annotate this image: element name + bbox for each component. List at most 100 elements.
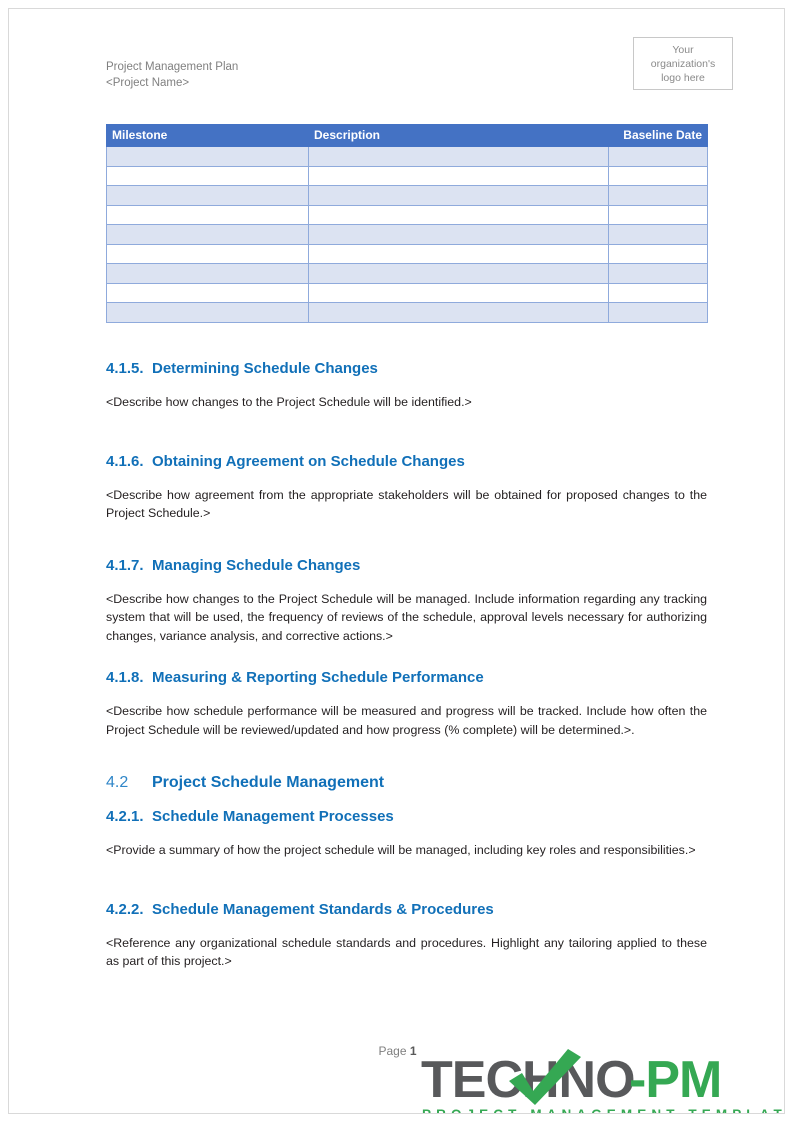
- section-heading-4-1-7: 4.1.7. Managing Schedule Changes: [106, 556, 707, 576]
- cell-description[interactable]: [308, 282, 609, 303]
- cell-description[interactable]: [308, 224, 609, 245]
- logo-wordmark-dark: TECHNO: [421, 1051, 635, 1109]
- logo-placeholder-text: Your organization's logo here: [650, 43, 716, 84]
- section-heading-4-1-8: 4.1.8. Measuring & Reporting Schedule Per…: [106, 668, 707, 688]
- table-row[interactable]: [106, 282, 708, 303]
- section-heading-4-2-1: 4.2.1. Schedule Management Processes: [106, 807, 707, 827]
- table-row[interactable]: [106, 146, 708, 167]
- cell-milestone[interactable]: [106, 185, 309, 206]
- milestone-table: Milestone Description Baseline Date: [106, 124, 708, 323]
- table-row[interactable]: [106, 165, 708, 186]
- section-title: Obtaining Agreement on Schedule Changes: [152, 452, 465, 470]
- cell-milestone[interactable]: [106, 243, 309, 264]
- section-4-1-6: 4.1.6. Obtaining Agreement on Schedule Ch…: [106, 452, 707, 523]
- section-heading-4-2-2: 4.2.2. Schedule Management Standards & Pr…: [106, 900, 707, 920]
- table-row[interactable]: [106, 263, 708, 284]
- section-heading-4-1-6: 4.1.6. Obtaining Agreement on Schedule Ch…: [106, 452, 707, 472]
- section-body-4-1-8: <Describe how schedule performance will …: [106, 704, 707, 737]
- cell-milestone[interactable]: [106, 224, 309, 245]
- cell-description[interactable]: [308, 185, 609, 206]
- section-body-4-1-7: <Describe how changes to the Project Sch…: [106, 591, 707, 643]
- section-4-1-5: 4.1.5. Determining Schedule Changes <Desc…: [106, 359, 707, 412]
- section-body-4-1-5: <Describe how changes to the Project Sch…: [106, 395, 472, 409]
- cell-description[interactable]: [308, 165, 609, 186]
- section-title: Measuring & Reporting Schedule Performan…: [152, 669, 484, 686]
- cell-description[interactable]: [308, 263, 609, 284]
- header-title: Project Management Plan <Project Name>: [106, 61, 239, 89]
- milestone-table-header: Milestone Description Baseline Date: [106, 124, 708, 147]
- table-row[interactable]: [106, 302, 708, 323]
- cell-description[interactable]: [308, 302, 609, 323]
- section-number: 4.1.8.: [106, 669, 144, 686]
- section-number: 4.2.1.: [106, 808, 144, 825]
- section-title: Managing Schedule Changes: [152, 556, 361, 574]
- section-4-2: 4.2 Project Schedule Management: [106, 772, 707, 793]
- organization-logo-placeholder: Your organization's logo here: [633, 37, 733, 90]
- cell-milestone[interactable]: [106, 282, 309, 303]
- cell-baseline-date[interactable]: [608, 165, 708, 186]
- section-number: 4.2: [106, 774, 129, 791]
- cell-baseline-date[interactable]: [608, 204, 708, 225]
- section-title: Schedule Management Standards & Procedur…: [152, 900, 494, 918]
- cell-baseline-date[interactable]: [608, 146, 708, 167]
- cell-description[interactable]: [308, 243, 609, 264]
- section-heading-4-1-5: 4.1.5. Determining Schedule Changes: [106, 359, 707, 379]
- cell-baseline-date[interactable]: [608, 282, 708, 303]
- section-4-2-2: 4.2.2. Schedule Management Standards & Pr…: [106, 900, 707, 971]
- logo-wordmark-green: -PM: [629, 1051, 721, 1109]
- cell-milestone[interactable]: [106, 146, 309, 167]
- section-4-1-8: 4.1.8. Measuring & Reporting Schedule Per…: [106, 668, 707, 739]
- section-number: 4.1.7.: [106, 556, 144, 574]
- section-body-4-2-2: <Reference any organizational schedule s…: [106, 935, 707, 969]
- document-body: Project Management Plan <Project Name> Y…: [97, 29, 733, 968]
- document-page: Project Management Plan <Project Name> Y…: [8, 8, 785, 1114]
- cell-baseline-date[interactable]: [608, 263, 708, 284]
- document-sections: 4.1.5. Determining Schedule Changes <Desc…: [106, 359, 707, 971]
- footer-page-value: 1: [409, 1044, 417, 1058]
- cell-baseline-date[interactable]: [608, 302, 708, 323]
- table-row[interactable]: [106, 224, 708, 245]
- cell-milestone[interactable]: [106, 204, 309, 225]
- table-row[interactable]: [106, 204, 708, 225]
- logo-tagline: PROJECT MANAGEMENT TEMPLATES: [422, 1107, 785, 1114]
- section-number: 4.1.6.: [106, 452, 144, 470]
- cell-baseline-date[interactable]: [608, 243, 708, 264]
- section-body-4-1-6: <Describe how agreement from the appropr…: [106, 487, 707, 521]
- cell-milestone[interactable]: [106, 263, 309, 284]
- document-header: Project Management Plan <Project Name> Y…: [97, 29, 733, 101]
- techno-pm-logo-svg: TECHNO -PM PROJECT MANAGEMENT TEMPLATES: [421, 1049, 785, 1114]
- cell-description[interactable]: [308, 204, 609, 225]
- section-title: Determining Schedule Changes: [152, 360, 378, 377]
- column-header-baseline-date: Baseline Date: [608, 124, 708, 147]
- cell-description[interactable]: [308, 146, 609, 167]
- table-row[interactable]: [106, 243, 708, 264]
- cell-milestone[interactable]: [106, 302, 309, 323]
- milestone-table-body: [106, 146, 708, 323]
- cell-baseline-date[interactable]: [608, 185, 708, 206]
- section-number: 4.2.2.: [106, 900, 144, 918]
- table-header-row: Milestone Description Baseline Date: [106, 124, 708, 147]
- cell-milestone[interactable]: [106, 165, 309, 186]
- table-row[interactable]: [106, 185, 708, 206]
- section-body-4-2-1: <Provide a summary of how the project sc…: [106, 843, 696, 857]
- section-4-2-1: 4.2.1. Schedule Management Processes <Pro…: [106, 807, 707, 860]
- section-number: 4.1.5.: [106, 360, 144, 377]
- section-4-1-7: 4.1.7. Managing Schedule Changes <Describ…: [106, 556, 707, 646]
- cell-baseline-date[interactable]: [608, 224, 708, 245]
- techno-pm-logo: TECHNO -PM PROJECT MANAGEMENT TEMPLATES: [421, 1047, 785, 1114]
- section-title: Schedule Management Processes: [152, 808, 394, 825]
- section-title: Project Schedule Management: [152, 774, 385, 791]
- section-heading-4-2: 4.2 Project Schedule Management: [106, 772, 707, 793]
